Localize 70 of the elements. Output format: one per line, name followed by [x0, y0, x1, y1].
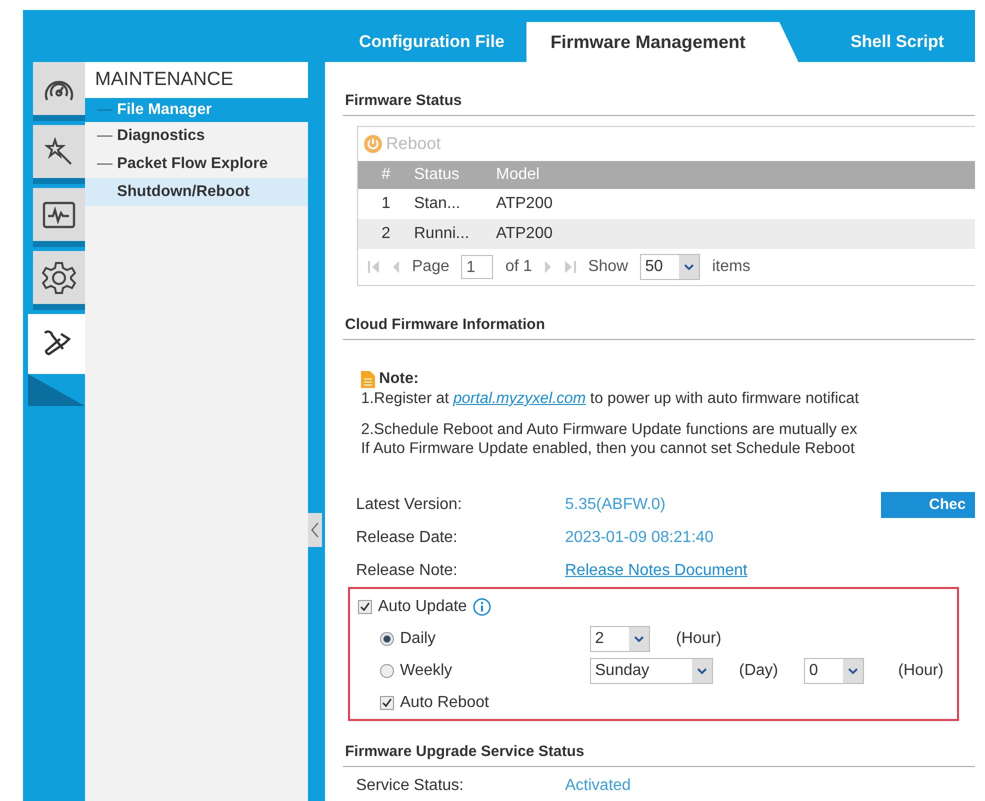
- hour-dropdown[interactable]: 2: [590, 626, 650, 652]
- hour-dropdown[interactable]: 0: [804, 658, 864, 684]
- section-heading: Firmware Status: [343, 62, 975, 116]
- checkbox[interactable]: [358, 600, 372, 614]
- menu-title: MAINTENANCE: [85, 62, 308, 98]
- table-cell-text: 1: [380, 195, 392, 213]
- field-label: Latest Version:: [356, 496, 463, 514]
- note-title: Note:: [379, 370, 419, 388]
- collapse-handle[interactable]: [308, 513, 322, 547]
- portal-link[interactable]: portal.myzyxel.com: [453, 390, 586, 407]
- section-heading: Firmware Upgrade Service Status: [343, 721, 975, 767]
- chevron-down-icon: [697, 668, 707, 674]
- tab[interactable]: Shell Script: [836, 22, 958, 62]
- field-label: Release Date:: [356, 528, 458, 546]
- radio-label: Daily: [400, 630, 436, 648]
- column-header[interactable]: Status: [414, 166, 496, 184]
- check-button[interactable]: Chec: [881, 492, 975, 518]
- menu-item[interactable]: — Packet Flow Explore: [85, 150, 308, 178]
- radio-label: Weekly: [400, 662, 452, 680]
- unit-label: (Hour): [898, 662, 944, 680]
- field-label: Release Note:: [356, 562, 458, 580]
- wand-icon: [44, 136, 74, 166]
- unit-label: (Hour): [676, 630, 722, 648]
- tab[interactable]: Configuration File: [345, 22, 518, 62]
- nav-tile[interactable]: [33, 251, 85, 304]
- release-notes-link[interactable]: Release Notes Document: [565, 562, 748, 580]
- note-text: 2.Schedule Reboot and Auto Firmware Update functions are mutually ex If Auto Firmware Update enabled, then you cannot set Schedule Reboot: [361, 420, 858, 458]
- nav-tile[interactable]: [33, 125, 85, 178]
- table-cell-text: Runni...: [414, 225, 470, 243]
- table-cell-text: Stan...: [414, 195, 462, 213]
- tab-shadow: [28, 374, 85, 406]
- section-heading: Cloud Firmware Information: [343, 286, 975, 340]
- radio-button[interactable]: [380, 664, 394, 678]
- nav-tile[interactable]: [33, 62, 85, 115]
- note-text: 1.Register at portal.myzyxel.com to power up with auto firmware notificat: [361, 390, 860, 408]
- table-cell: ATP200: [496, 195, 553, 213]
- page-label: Page: [412, 258, 450, 276]
- chevron-down-icon: [684, 264, 694, 270]
- page-field[interactable]: 1: [461, 255, 494, 279]
- unit-label: (Day): [739, 662, 778, 680]
- settings-icon: [42, 260, 76, 294]
- items-label: items: [712, 258, 750, 276]
- menu-item[interactable]: Shutdown/Reboot: [85, 178, 308, 206]
- column-header[interactable]: Model: [496, 166, 540, 184]
- radio-button[interactable]: [380, 632, 394, 646]
- field-value: 2023-01-09 08:21:40: [565, 528, 714, 546]
- power-icon: [364, 135, 382, 153]
- chevron-down-icon: [634, 636, 644, 642]
- show-label: Show: [588, 258, 628, 276]
- field-value: Activated: [565, 777, 631, 795]
- document-icon: [361, 370, 375, 388]
- checkbox[interactable]: [380, 696, 394, 710]
- nav-tile[interactable]: [28, 314, 85, 374]
- info-icon[interactable]: [472, 598, 491, 616]
- page-size-dropdown[interactable]: 50: [640, 254, 700, 280]
- field-label: Service Status:: [356, 777, 465, 795]
- monitor-icon: [42, 200, 76, 228]
- checkbox-label: Auto Reboot: [400, 694, 489, 712]
- table-cell-text: 2: [380, 225, 392, 243]
- tab[interactable]: Firmware Management: [526, 22, 798, 62]
- day-dropdown[interactable]: Sunday: [590, 658, 713, 684]
- table-cell: ATP200: [496, 225, 553, 243]
- column-header[interactable]: #: [358, 166, 414, 184]
- page-count: of 1: [505, 258, 532, 276]
- menu-item[interactable]: — File Manager: [85, 98, 308, 122]
- checkbox-label: Auto Update: [378, 598, 467, 616]
- field-value: 5.35(ABFW.0): [565, 496, 666, 514]
- menu-item[interactable]: — Diagnostics: [85, 122, 308, 150]
- nav-tile[interactable]: [33, 188, 85, 241]
- chevron-down-icon: [848, 668, 858, 674]
